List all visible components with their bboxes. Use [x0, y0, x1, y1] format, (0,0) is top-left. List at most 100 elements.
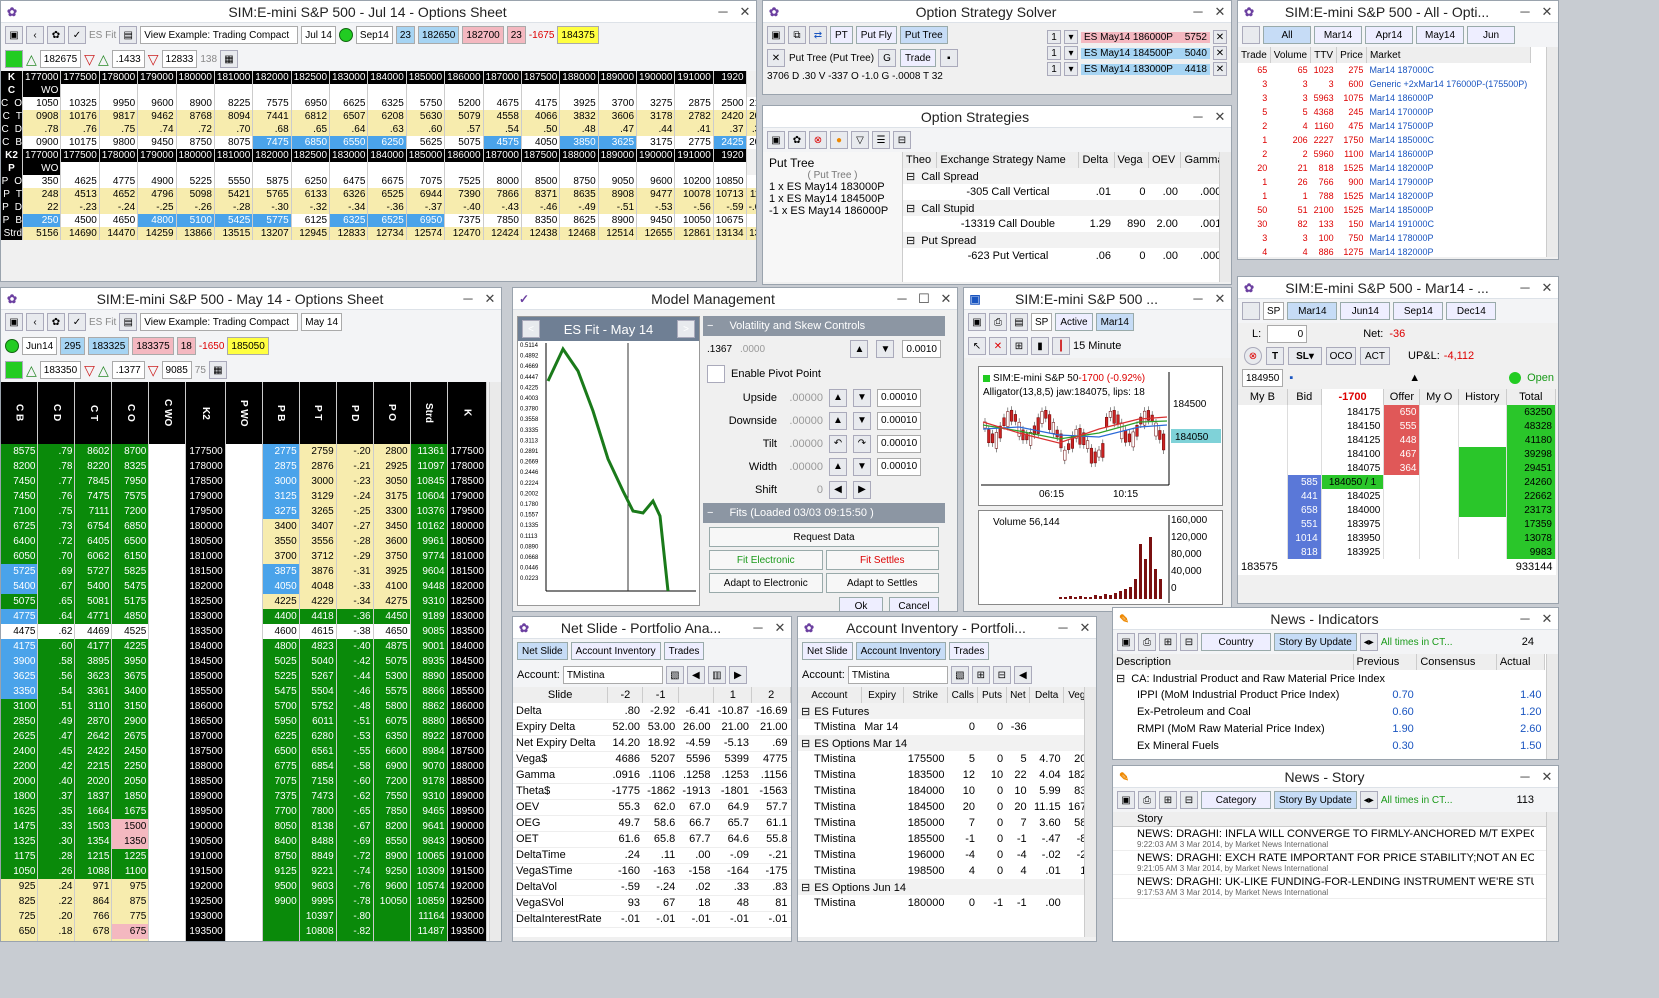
collapse-icon[interactable]: ⊟ — [992, 666, 1011, 684]
close-button[interactable]: ✕ — [1536, 280, 1558, 296]
maximize-button[interactable]: ☐ — [913, 291, 935, 307]
tab-put-tree[interactable]: Put Tree — [899, 26, 948, 44]
scrollbar[interactable] — [489, 382, 501, 941]
group-row[interactable]: ⊟ ES Futures — [798, 703, 1096, 719]
position-row[interactable]: TMistina 184500 20 0 20 11.15 1673 — [798, 799, 1096, 815]
symbol-select[interactable]: SP — [1031, 313, 1053, 331]
param-step[interactable]: 0.00010 — [877, 434, 922, 453]
list-icon[interactable]: ☰ — [872, 131, 890, 149]
table-row[interactable]: 6725.73 6754 6850 180000 3400 3407 -.27 3450 101… — [1, 519, 488, 534]
param-step[interactable]: 0.00010 — [877, 388, 922, 407]
minimize-button[interactable]: ─ — [1187, 109, 1209, 125]
expiry-select[interactable]: Jul 14 — [301, 26, 336, 44]
tab-put-fly[interactable]: Put Fly — [855, 26, 897, 44]
table-row[interactable]: 825.22 864 875 192500 9900 9995 -.78 10050 10859… — [1, 894, 488, 909]
account-select[interactable]: TMistina — [562, 666, 663, 684]
story-item[interactable]: NEWS: DRAGHI: UK-LIKE FUNDING-FOR-LENDIN… — [1113, 875, 1558, 899]
table-row[interactable]: 7100.75 7111 7200 179500 3275 3265 -.25 3300 103… — [1, 504, 488, 519]
minimize-button[interactable]: ─ — [457, 291, 479, 307]
table-row[interactable]: 2 2 5960 1100 Mar14 186000P — [1238, 147, 1530, 161]
collapse-icon[interactable]: ⊟ — [906, 235, 915, 247]
tab-2[interactable]: Apr14 — [1365, 26, 1413, 44]
param-step[interactable]: 0.00010 — [877, 411, 922, 430]
request-data-button[interactable]: Request Data — [709, 527, 939, 547]
settings-icon[interactable]: ▣ — [5, 313, 23, 331]
ladder-row[interactable]: 184150 555 48328 — [1238, 419, 1557, 433]
tab-account-inventory[interactable]: Account Inventory — [570, 642, 661, 660]
table-row[interactable]: 2000.40 2020 2050 188500 7075 7158 -.60 7200 917… — [1, 774, 488, 789]
grid-icon[interactable] — [5, 50, 23, 68]
ladder-row[interactable]: 585 184050 / 1 24260 — [1238, 475, 1557, 489]
vol-up-icon[interactable]: △ — [98, 362, 109, 379]
table-row[interactable]: 8575.79 8602 8700 177500 2775 2759 -.20 2800 113… — [1, 444, 488, 459]
symbol-select[interactable]: SP — [1263, 302, 1285, 320]
save-icon[interactable]: ▪ — [939, 49, 958, 67]
param-dec-icon[interactable]: ▼ — [853, 411, 871, 430]
cancel-all-icon[interactable]: ⊗ — [1244, 347, 1262, 365]
collapse-icon[interactable]: ⊟ — [906, 203, 915, 215]
nav-icon[interactable]: ◂▸ — [1359, 791, 1378, 809]
table-row[interactable]: 1325.30 1354 1350 190500 8400 8488 -.69 8550 984… — [1, 834, 488, 849]
ok-button[interactable]: Ok — [839, 597, 883, 611]
ladder-row[interactable]: 184175 650 63250 — [1238, 405, 1557, 419]
ladder-row[interactable]: 818 183925 9983 — [1238, 545, 1557, 559]
settings-icon[interactable] — [1242, 26, 1260, 44]
table-row[interactable]: 3 3 5963 1075 Mar14 186000P — [1238, 91, 1530, 105]
param-inc-icon[interactable]: ▲ — [829, 388, 847, 407]
minimize-button[interactable]: ─ — [1187, 4, 1209, 20]
table-row[interactable]: 20 21 818 1525 Mar14 182000P — [1238, 161, 1530, 175]
sl-button[interactable]: SL▾ — [1288, 347, 1322, 365]
interval[interactable]: 15 Minute — [1073, 340, 1121, 352]
table-row[interactable]: Expiry Delta 52.00 53.00 26.00 21.00 21.00 — [513, 719, 791, 735]
indicator-row[interactable]: Ex-Petroleum and Coal 0.60 1.20 — [1113, 703, 1545, 720]
table-row[interactable]: 725.20 766 775 193000 10397 -.80 11164 193000 — [1, 909, 488, 924]
table-row[interactable]: Vega$ 4686 5207 5596 5399 4775 — [513, 751, 791, 767]
print-icon[interactable]: ⎙ — [1138, 791, 1156, 809]
close-button[interactable]: ✕ — [734, 4, 756, 20]
table-row[interactable]: 6050.70 6062 6150 181000 3700 3712 -.29 3750 977… — [1, 549, 488, 564]
table-row[interactable]: 1625.35 1664 1675 189500 7700 7800 -.65 7850 946… — [1, 804, 488, 819]
minimize-button[interactable]: ─ — [747, 620, 769, 636]
param-dec-icon[interactable]: ▼ — [853, 457, 871, 476]
close-button[interactable]: ✕ — [935, 291, 957, 307]
next-icon[interactable]: ▶ — [728, 666, 747, 684]
table-row[interactable]: OEG 49.7 58.6 66.7 65.7 61.1 — [513, 815, 791, 831]
leg-qty[interactable]: 1 — [1047, 62, 1061, 76]
expiry-tab[interactable]: Mar14 — [1095, 313, 1134, 331]
copy-icon[interactable]: ⧉ — [788, 26, 806, 44]
down-arrow-icon[interactable]: ▽ — [84, 362, 95, 379]
position-row[interactable]: TMistina1850007073.60580 — [798, 815, 1096, 831]
group-row[interactable]: ⊟ CA: Industrial Product and Raw Material… — [1113, 670, 1545, 686]
add-icon[interactable]: ⊞ — [1159, 791, 1177, 809]
param-inc-icon[interactable]: ↶ — [829, 434, 847, 453]
story-item[interactable]: NEWS: DRAGHI: EXCH RATE IMPORTANT FOR PR… — [1113, 851, 1558, 875]
group-row[interactable]: ⊟ Call Spread — [903, 168, 1231, 184]
view-select[interactable]: View Example: Trading Compact — [140, 313, 299, 331]
leg-qty[interactable]: 1 — [1047, 30, 1061, 44]
print-icon[interactable]: ⎙ — [989, 313, 1007, 331]
up-arrow-icon[interactable]: △ — [26, 362, 37, 379]
tab-0[interactable]: All — [1263, 26, 1311, 44]
close-button[interactable]: ✕ — [1074, 620, 1096, 636]
vol-up-icon[interactable]: △ — [98, 51, 109, 68]
settings-icon[interactable]: ▣ — [1117, 633, 1135, 651]
table-row[interactable]: 3 3 100 750 Mar14 178000P — [1238, 231, 1530, 245]
indicator-row[interactable]: Ex Mineral Fuels 0.30 1.50 — [1113, 737, 1545, 754]
tab-net-slide[interactable]: Net Slide — [802, 642, 853, 660]
table-row[interactable]: 1175.28 1215 1225 191000 8750 8849 -.72 8900 100… — [1, 849, 488, 864]
settings-icon[interactable]: ▣ — [767, 26, 785, 44]
vol-step[interactable]: 0.0010 — [902, 340, 941, 358]
back-icon[interactable]: ‹ — [26, 26, 44, 44]
tab-trades[interactable]: Trades — [663, 642, 705, 660]
table-row[interactable]: 3900.58 3895 3950 184500 5025 5040 -.42 5075 893… — [1, 654, 488, 669]
strategy-row[interactable]: -623 Put Vertical .06 0.00.0000 — [903, 248, 1231, 264]
fit-icon[interactable]: ✓ — [68, 26, 86, 44]
table-row[interactable]: 2 4 1160 475 Mar14 175000P — [1238, 119, 1530, 133]
expiry-select[interactable]: May 14 — [301, 313, 343, 331]
logo-menu-icon[interactable]: ✿ — [47, 26, 65, 44]
group-row[interactable]: ⊟ Put Spread — [903, 232, 1231, 248]
param-dec-icon[interactable]: ↷ — [853, 434, 871, 453]
param-inc-icon[interactable]: ▲ — [829, 457, 847, 476]
table-row[interactable]: OEV 55.3 62.0 67.0 64.9 57.7 — [513, 799, 791, 815]
tab-mar14[interactable]: Mar14 — [1287, 302, 1338, 320]
